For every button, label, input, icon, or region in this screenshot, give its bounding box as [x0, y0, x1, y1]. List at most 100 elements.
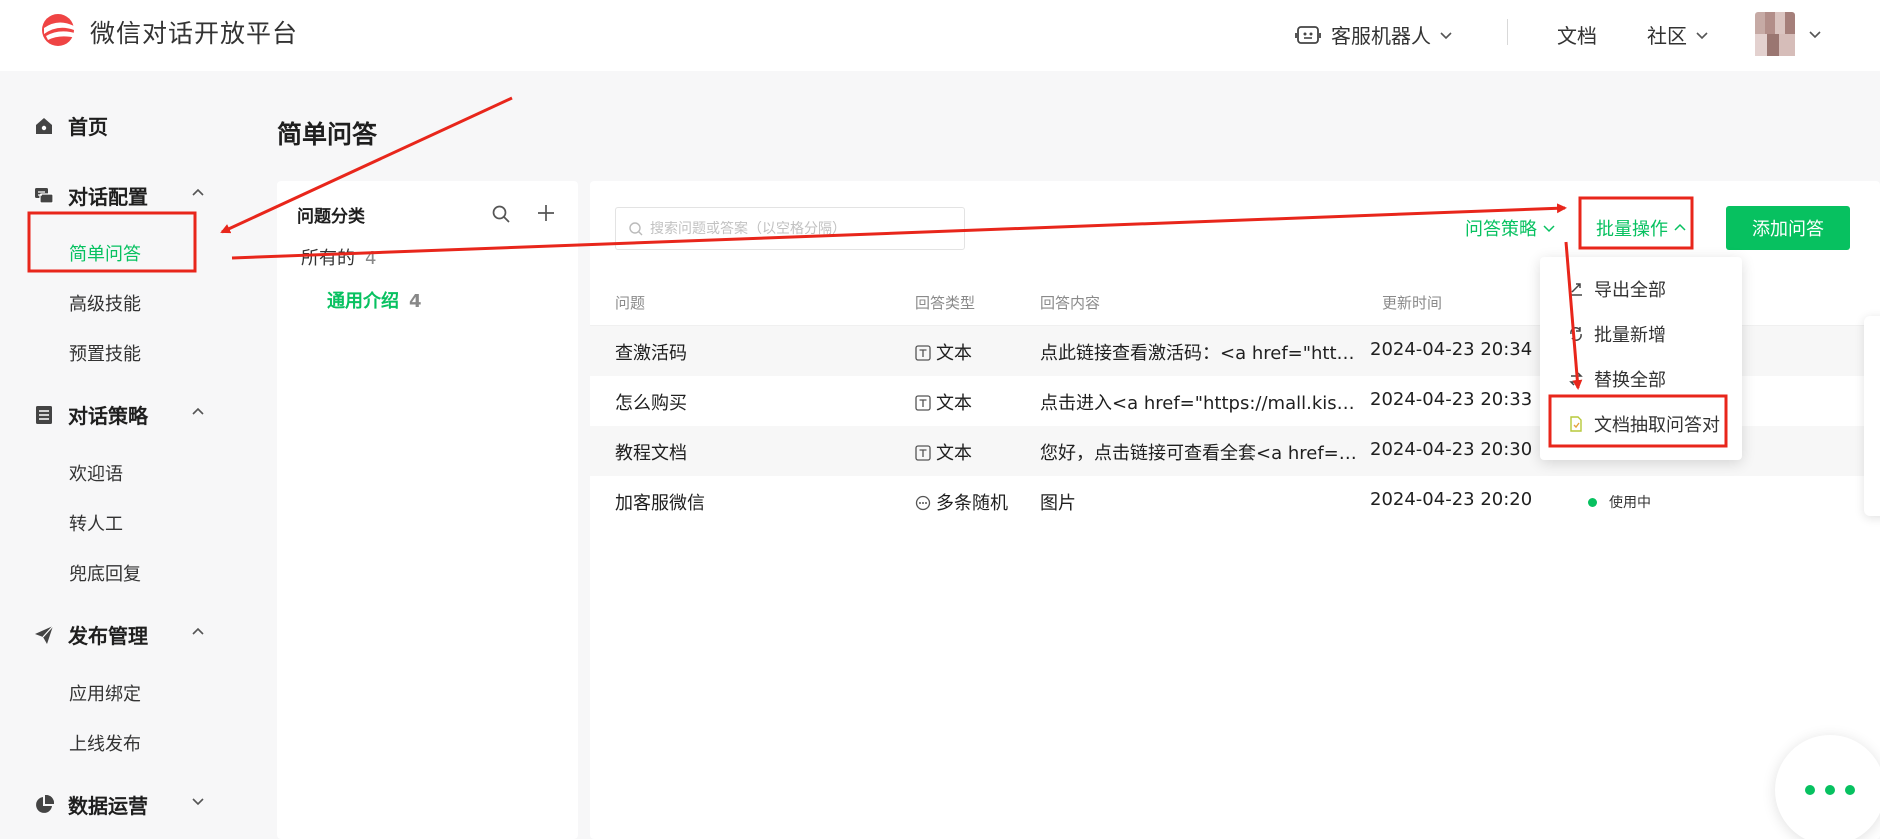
- bot-selector[interactable]: 客服机器人: [1295, 20, 1453, 49]
- sidebar-group-label: 对话配置: [68, 185, 148, 209]
- sidebar-group-dialog-config[interactable]: 对话配置: [34, 181, 148, 210]
- category-label: 所有的: [301, 248, 355, 269]
- cell-question: 加客服微信: [615, 493, 705, 514]
- qa-strategy-label: 问答策略: [1465, 219, 1537, 240]
- chevron-down-icon: [1543, 225, 1555, 233]
- column-header-question: 问题: [615, 294, 646, 312]
- menu-item-label: 替换全部: [1594, 370, 1666, 391]
- category-count: 4: [409, 291, 422, 312]
- qa-strategy-button[interactable]: 问答策略: [1465, 215, 1555, 241]
- batch-operation-label: 批量操作: [1596, 219, 1668, 240]
- replace-icon: [1569, 372, 1583, 386]
- export-icon: [1570, 283, 1582, 296]
- side-help-card[interactable]: [1864, 316, 1880, 516]
- text-type-icon: [915, 345, 931, 361]
- random-type-icon: [915, 495, 931, 511]
- sidebar-item-fallback-reply[interactable]: 兜底回复: [69, 560, 141, 586]
- cell-update-time: 2024-04-23 20:30: [1370, 439, 1533, 460]
- cell-update-time: 2024-04-23 20:34: [1370, 339, 1533, 360]
- menu-item-doc-extract-qa[interactable]: 文档抽取问答对: [1568, 411, 1720, 437]
- answer-type-label: 文本: [936, 443, 972, 464]
- sidebar-item-app-binding[interactable]: 应用绑定: [69, 680, 141, 706]
- bot-selector-label: 客服机器人: [1331, 24, 1431, 48]
- answer-type-label: 文本: [936, 343, 972, 364]
- brand-title[interactable]: 微信对话开放平台: [90, 14, 298, 50]
- docs-link[interactable]: 文档: [1557, 20, 1597, 49]
- sidebar-group-data-ops[interactable]: 数据运营: [34, 790, 148, 819]
- answer-type-label: 多条随机: [936, 493, 1008, 514]
- cell-answer-content: 您好，点击链接可查看全套<a href="...: [1040, 443, 1360, 464]
- document-extract-icon: [1570, 416, 1582, 432]
- category-item[interactable]: 通用介绍 4: [327, 287, 422, 313]
- top-header: 微信对话开放平台 客服机器人 文档 社区: [0, 0, 1880, 71]
- cell-question: 怎么购买: [615, 393, 687, 414]
- batch-operation-button[interactable]: 批量操作: [1596, 215, 1686, 241]
- status-dot: [1588, 497, 1597, 507]
- chevron-up-icon[interactable]: [191, 624, 205, 638]
- community-label: 社区: [1647, 24, 1687, 48]
- category-label: 通用介绍: [327, 291, 399, 312]
- status-label: 使用中: [1609, 495, 1651, 511]
- search-icon: [629, 221, 643, 235]
- search-icon[interactable]: [491, 204, 511, 224]
- chevron-down-icon[interactable]: [1808, 27, 1822, 41]
- cell-answer-content: 图片: [1040, 493, 1076, 514]
- sidebar-group-label: 数据运营: [68, 794, 148, 818]
- chat-support-button[interactable]: [1775, 735, 1880, 839]
- more-dots-icon: [1805, 785, 1855, 795]
- answer-type-label: 文本: [936, 393, 972, 414]
- sidebar-item-transfer-human[interactable]: 转人工: [69, 510, 123, 536]
- column-header-answer-content: 回答内容: [1040, 294, 1101, 312]
- sidebar-item-simple-qa[interactable]: 简单问答: [69, 240, 141, 266]
- column-header-answer-type: 回答类型: [915, 294, 976, 312]
- plus-icon[interactable]: [536, 203, 556, 223]
- cell-question: 教程文档: [615, 443, 687, 464]
- sidebar-item-advanced-skills[interactable]: 高级技能: [69, 290, 141, 316]
- sidebar-group-dialog-strategy[interactable]: 对话策略: [34, 400, 148, 429]
- sidebar: 首页 对话配置 简单问答 高级技能 预置技能 对话策略 欢迎语 转人工 兜底回复…: [0, 71, 240, 839]
- pie-chart-icon: [36, 794, 54, 813]
- sidebar-group-label: 发布管理: [68, 624, 148, 648]
- text-type-icon: [915, 445, 931, 461]
- menu-item-export-all[interactable]: 导出全部: [1568, 276, 1666, 302]
- sidebar-item-preset-skills[interactable]: 预置技能: [69, 340, 141, 366]
- chevron-up-icon[interactable]: [191, 185, 205, 199]
- add-qa-button[interactable]: 添加问答: [1726, 206, 1850, 250]
- batch-add-icon: [1570, 327, 1582, 341]
- search-input[interactable]: [650, 220, 950, 237]
- menu-item-batch-add[interactable]: 批量新增: [1568, 321, 1666, 347]
- header-divider: [1507, 19, 1508, 45]
- text-type-icon: [915, 395, 931, 411]
- chat-config-icon: [35, 187, 54, 204]
- cell-update-time: 2024-04-23 20:20: [1370, 489, 1533, 510]
- menu-item-label: 文档抽取问答对: [1594, 415, 1720, 436]
- menu-item-label: 导出全部: [1594, 280, 1666, 301]
- table-row[interactable]: 加客服微信 多条随机 图片 2024-04-23 20:20 使用中: [590, 476, 1880, 526]
- sidebar-item-welcome[interactable]: 欢迎语: [69, 460, 123, 486]
- chevron-up-icon[interactable]: [191, 404, 205, 418]
- chevron-down-icon: [1696, 31, 1708, 39]
- robot-icon: [1295, 25, 1321, 44]
- page-title: 简单问答: [277, 120, 378, 149]
- category-all[interactable]: 所有的 4: [301, 244, 376, 270]
- search-box[interactable]: [615, 207, 965, 250]
- user-avatar[interactable]: [1755, 12, 1795, 56]
- chevron-up-icon: [1674, 223, 1686, 231]
- community-menu[interactable]: 社区: [1647, 20, 1709, 49]
- category-panel-title: 问题分类: [297, 207, 365, 227]
- cell-answer-type: 多条随机: [915, 489, 1008, 515]
- paper-plane-icon: [35, 625, 54, 644]
- sidebar-group-publish[interactable]: 发布管理: [34, 620, 148, 649]
- status-badge: 使用中: [1588, 492, 1651, 512]
- cell-answer-content: 点击进入<a href="https://mall.kissfr...: [1040, 393, 1360, 414]
- category-count: 4: [365, 248, 377, 269]
- sidebar-item-go-live[interactable]: 上线发布: [69, 730, 141, 756]
- cell-answer-type: 文本: [915, 389, 972, 415]
- wechat-dialog-logo-icon[interactable]: [38, 12, 82, 48]
- sidebar-group-label: 对话策略: [68, 404, 148, 428]
- cell-answer-type: 文本: [915, 339, 972, 365]
- chevron-down-icon[interactable]: [191, 794, 205, 808]
- menu-item-replace-all[interactable]: 替换全部: [1568, 366, 1666, 392]
- chevron-down-icon: [1440, 31, 1452, 39]
- sidebar-item-home[interactable]: 首页: [34, 111, 108, 140]
